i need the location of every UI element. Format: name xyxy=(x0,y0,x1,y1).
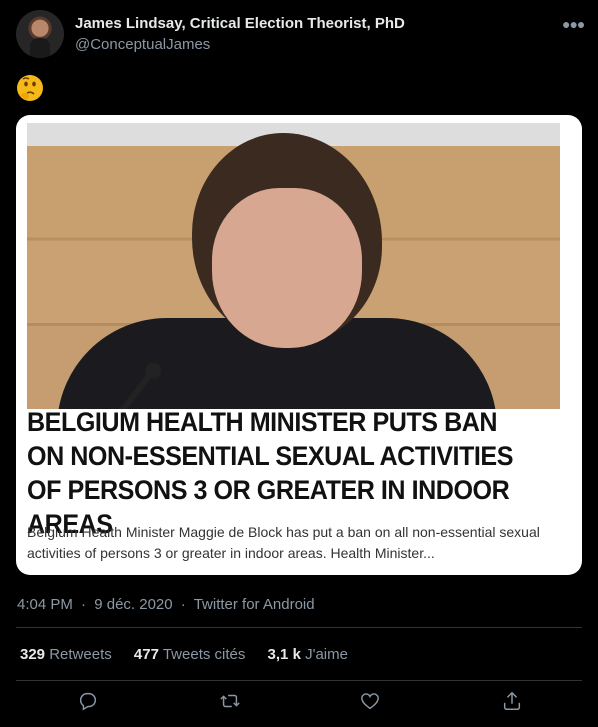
stats-row: 329 Retweets 477 Tweets cités 3,1 k J'ai… xyxy=(20,646,366,663)
divider xyxy=(16,680,582,681)
author-name[interactable]: James Lindsay, Critical Election Theoris… xyxy=(75,15,405,32)
tweet-date[interactable]: 9 déc. 2020 xyxy=(94,596,172,613)
article-headline[interactable]: BELGIUM HEALTH MINISTER PUTS BAN ON NON-… xyxy=(27,405,534,541)
reply-icon[interactable] xyxy=(77,690,101,714)
link-card[interactable]: BELGIUM HEALTH MINISTER PUTS BAN ON NON-… xyxy=(16,115,582,575)
likes-stat[interactable]: 3,1 k J'aime xyxy=(268,646,348,663)
heart-icon[interactable] xyxy=(359,690,383,714)
quotes-stat[interactable]: 477 Tweets cités xyxy=(134,646,245,663)
article-description: Belgium Health Minister Maggie de Block … xyxy=(27,524,540,561)
article-photo xyxy=(27,123,560,409)
meta-separator: · xyxy=(180,596,186,613)
thinking-emoji: 🤔 xyxy=(15,73,45,103)
divider xyxy=(16,627,582,628)
action-bar xyxy=(0,690,598,720)
tweet-time[interactable]: 4:04 PM xyxy=(17,596,73,613)
avatar[interactable] xyxy=(16,10,64,58)
author-handle[interactable]: @ConceptualJames xyxy=(75,36,210,53)
retweet-icon[interactable] xyxy=(218,690,242,714)
tweet-source[interactable]: Twitter for Android xyxy=(194,596,315,613)
retweets-stat[interactable]: 329 Retweets xyxy=(20,646,112,663)
tweet-meta: 4:04 PM · 9 déc. 2020 · Twitter for Andr… xyxy=(17,596,319,613)
more-icon[interactable]: ●●● xyxy=(562,16,585,32)
share-icon[interactable] xyxy=(501,690,525,714)
meta-separator: · xyxy=(81,596,87,613)
